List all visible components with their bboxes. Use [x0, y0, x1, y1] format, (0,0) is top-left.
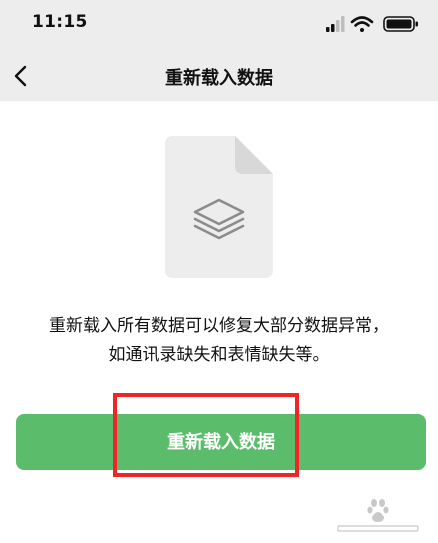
- reload-data-button[interactable]: 重新载入数据: [16, 414, 426, 470]
- cellular-signal-icon: [326, 16, 345, 32]
- status-time: 11:15: [32, 12, 88, 32]
- page-title: 重新载入数据: [165, 68, 273, 89]
- battery-icon: [383, 16, 418, 32]
- description-line-2: 如通讯录缺失和表情缺失等。: [108, 345, 330, 365]
- status-icons: [326, 16, 418, 32]
- wifi-icon: [350, 16, 374, 32]
- top-bar: 11:15 重新载入数据: [0, 0, 438, 101]
- file-layers-icon: [165, 136, 273, 278]
- description-line-1: 重新载入所有数据可以修复大部分数据异常，: [49, 316, 389, 336]
- description: 重新载入所有数据可以修复大部分数据异常， 如通讯录缺失和表情缺失等。: [10, 312, 428, 370]
- watermark-logo: [337, 499, 419, 532]
